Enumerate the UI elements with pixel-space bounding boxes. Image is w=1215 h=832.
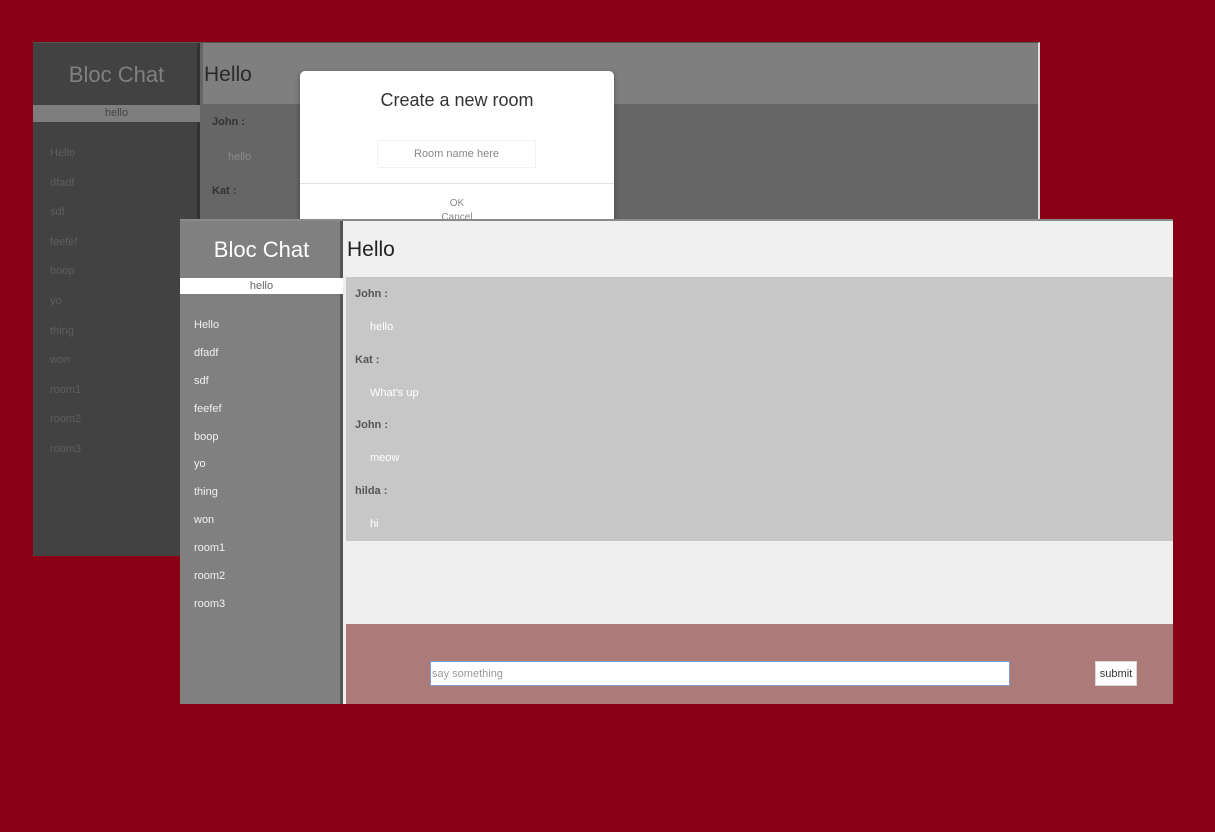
room-header: Hello (346, 221, 1173, 277)
room-item: thing (50, 324, 74, 337)
room-item-thing[interactable]: thing (194, 486, 225, 514)
message-author: John : (355, 419, 388, 431)
sidebar: Bloc Chat hello Hello dfadf sdf feefef b… (33, 43, 200, 556)
room-title: Hello (204, 63, 252, 86)
ok-button[interactable]: OK (300, 198, 614, 209)
room-item: feefef (50, 235, 78, 248)
modal-divider (300, 183, 614, 184)
room-list: Hello dfadf sdf feefef boop yo thing won… (50, 147, 81, 473)
message-text: What's up (370, 387, 419, 399)
room-item: room2 (50, 413, 82, 426)
message-author: Kat : (355, 354, 380, 366)
room-name-input[interactable] (377, 140, 536, 168)
brand-title: Bloc Chat (68, 62, 165, 87)
room-item: boop (50, 265, 75, 278)
sidebar: Bloc Chat hello Hello dfadf sdf feefef b… (180, 221, 343, 704)
message-author: John : (212, 116, 245, 128)
create-room-modal: Create a new room OK Cancel (300, 71, 614, 220)
room-item: yo (50, 294, 62, 307)
room-item: won (50, 354, 71, 367)
room-item-room3[interactable]: room3 (194, 598, 225, 626)
room-item: Hello (50, 147, 76, 159)
message-text: hello (228, 151, 252, 163)
room-item: room1 (50, 383, 82, 396)
room-item: dfadf (50, 176, 75, 189)
message-text: meow (370, 452, 400, 464)
screenshot-chat-room: Bloc Chat hello Hello dfadf sdf feefef b… (180, 219, 1173, 704)
room-item-room2[interactable]: room2 (194, 570, 225, 598)
room-item-room1[interactable]: room1 (194, 542, 225, 570)
message-input[interactable] (430, 661, 1010, 686)
current-user: hello (33, 105, 200, 122)
modal-title: Create a new room (380, 90, 534, 110)
message-author: hilda : (355, 485, 388, 497)
message-text: hello (370, 321, 394, 333)
brand-title: Bloc Chat (213, 237, 310, 262)
room-item-yo[interactable]: yo (194, 458, 225, 486)
room-item: sdf (50, 206, 65, 219)
room-item-sdf[interactable]: sdf (194, 375, 225, 403)
room-item-feefef[interactable]: feefef (194, 403, 225, 431)
room-item: room3 (50, 442, 82, 455)
room-item-boop[interactable]: boop (194, 431, 225, 459)
message-composer: submit (346, 624, 1173, 704)
message-author: John : (355, 288, 388, 300)
room-item-hello[interactable]: Hello (194, 319, 225, 347)
message-author: Kat : (212, 185, 237, 197)
message-list: John : hello Kat : What's up John : meow… (346, 277, 1173, 541)
room-item-won[interactable]: won (194, 514, 225, 542)
current-user[interactable]: hello (180, 278, 343, 294)
message-text: hi (370, 518, 379, 530)
room-item-dfadf[interactable]: dfadf (194, 347, 225, 375)
room-title: Hello (347, 238, 395, 261)
room-list: Hello dfadf sdf feefef boop yo thing won… (194, 319, 225, 626)
submit-button[interactable]: submit (1095, 661, 1137, 686)
